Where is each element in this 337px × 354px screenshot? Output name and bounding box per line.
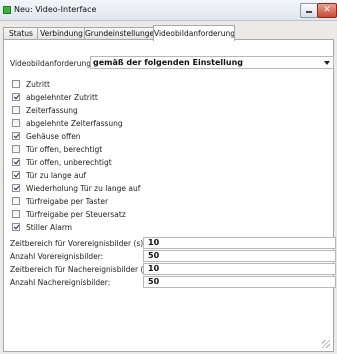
checkbox-label: Zutritt (26, 80, 50, 89)
checkbox-unchecked[interactable] (12, 210, 20, 218)
checkbox-checked[interactable] (12, 158, 20, 166)
checkbox-row[interactable]: Tür offen, berechtigt (12, 143, 212, 156)
checkbox-row[interactable]: Stiller Alarm (12, 221, 212, 234)
checkbox-unchecked[interactable] (12, 145, 20, 153)
checkbox-label: abgelehnte Zeiterfassung (26, 119, 123, 128)
checkbox-row[interactable]: Zeiterfassung (12, 104, 212, 117)
tab-videobildanforderung[interactable]: Videobildanforderung (153, 25, 235, 41)
checkbox-label: Türfreigabe per Taster (26, 197, 109, 206)
checkbox-row[interactable]: Tür zu lange auf (12, 169, 212, 182)
checkbox-label: Tür offen, berechtigt (26, 145, 103, 154)
chevron-down-icon (324, 61, 330, 65)
checkbox-row[interactable]: abgelehnter Zutritt (12, 91, 212, 104)
checkbox-label: Zeiterfassung (26, 106, 78, 115)
number-row: Anzahl Vorereignisbilder: 50 (10, 250, 336, 262)
resize-grip-icon[interactable] (322, 340, 330, 348)
title-bar: Neu: Video-Interface ✕ (0, 0, 337, 21)
request-select-value: gemäß der folgenden Einstellung (93, 58, 244, 67)
checkbox-checked[interactable] (12, 93, 20, 101)
checkbox-label: Stiller Alarm (26, 223, 73, 232)
request-label: Videobildanforderung: (10, 59, 94, 68)
request-select[interactable]: gemäß der folgenden Einstellung (90, 56, 334, 69)
number-label: Zeitbereich für Vorereignisbilder (s): (10, 239, 146, 248)
number-input[interactable]: 50 (143, 250, 336, 262)
number-input[interactable]: 50 (143, 276, 336, 288)
app-icon (3, 6, 11, 14)
checkbox-unchecked[interactable] (12, 197, 20, 205)
checkbox-checked[interactable] (12, 132, 20, 140)
checkbox-unchecked[interactable] (12, 119, 20, 127)
checkbox-unchecked[interactable] (12, 106, 20, 114)
checkbox-row[interactable]: Gehäuse offen (12, 130, 212, 143)
checkbox-checked[interactable] (12, 223, 20, 231)
number-input[interactable]: 10 (143, 237, 336, 249)
checkbox-label: Tür zu lange auf (26, 171, 87, 180)
number-row: Anzahl Nachereignisbilder: 50 (10, 276, 336, 288)
minimize-button[interactable] (300, 3, 318, 18)
checkbox-label: Gehäuse offen (26, 132, 81, 141)
window-title: Neu: Video-Interface (14, 5, 97, 14)
checkbox-unchecked[interactable] (12, 80, 20, 88)
number-label: Anzahl Nachereignisbilder: (10, 278, 111, 287)
number-row: Zeitbereich für Vorereignisbilder (s): 10 (10, 237, 336, 249)
checkbox-label: abgelehnter Zutritt (26, 93, 98, 102)
checkbox-row[interactable]: Türfreigabe per Taster (12, 195, 212, 208)
checkbox-row[interactable]: Tür offen, unberechtigt (12, 156, 212, 169)
number-input[interactable]: 10 (143, 263, 336, 275)
checkbox-row[interactable]: abgelehnte Zeiterfassung (12, 117, 212, 130)
checkbox-row[interactable]: Türfreigabe per Steuersatz (12, 208, 212, 221)
tab-panel: Videobildanforderung: gemäß der folgende… (3, 39, 336, 352)
number-label: Zeitbereich für Nachereignisbilder (s): (10, 265, 153, 274)
checkbox-checked[interactable] (12, 171, 20, 179)
checkbox-checked[interactable] (12, 184, 20, 192)
checkbox-row[interactable]: Zutritt (12, 78, 212, 91)
checkbox-label: Wiederholung Tür zu lange auf (26, 184, 141, 193)
number-label: Anzahl Vorereignisbilder: (10, 252, 104, 261)
number-row: Zeitbereich für Nachereignisbilder (s): 1… (10, 263, 336, 275)
checkbox-label: Tür offen, unberechtigt (26, 158, 112, 167)
close-button[interactable]: ✕ (317, 3, 337, 18)
checkbox-row[interactable]: Wiederholung Tür zu lange auf (12, 182, 212, 195)
checkbox-label: Türfreigabe per Steuersatz (26, 210, 126, 219)
